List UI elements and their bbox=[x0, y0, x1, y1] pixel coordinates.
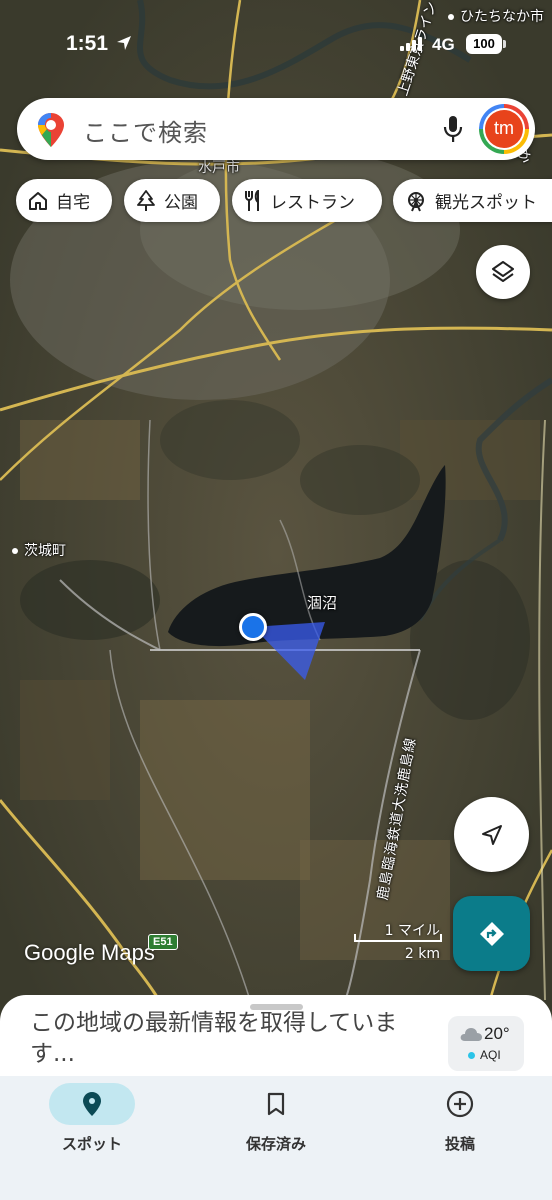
weather-temperature: 20° bbox=[484, 1024, 510, 1043]
cloud-icon bbox=[460, 1028, 482, 1041]
bookmark-icon bbox=[267, 1092, 285, 1116]
scale-tick-left bbox=[354, 934, 356, 942]
aqi-dot-icon bbox=[468, 1052, 475, 1059]
nav-explore-label: スポット bbox=[61, 1135, 122, 1153]
weather-widget[interactable]: 20° AQI bbox=[448, 1016, 524, 1071]
google-maps-pin-icon bbox=[38, 113, 64, 147]
chip-sightseeing-label: 観光スポット bbox=[435, 193, 537, 213]
signal-icon bbox=[400, 37, 422, 51]
my-location-button[interactable] bbox=[454, 797, 529, 872]
chip-restaurant-label: レストラン bbox=[270, 193, 355, 213]
town-dot-icon bbox=[12, 548, 18, 554]
avatar[interactable]: tm bbox=[479, 104, 529, 154]
location-arrow-icon bbox=[117, 36, 131, 50]
layers-icon bbox=[492, 261, 514, 282]
chip-restaurant[interactable]: レストラン bbox=[232, 179, 382, 222]
chip-park[interactable]: 公園 bbox=[124, 179, 220, 222]
scale-imperial: 1 マイル bbox=[384, 923, 440, 939]
location-pin-icon bbox=[83, 1092, 101, 1116]
city-label-top[interactable]: 水戸市 bbox=[198, 157, 240, 177]
directions-icon bbox=[479, 921, 504, 946]
battery-icon: 100 bbox=[466, 34, 502, 54]
my-location-dot bbox=[239, 613, 267, 641]
search-input[interactable]: ここで検索 bbox=[83, 113, 208, 148]
search-bar[interactable]: ここで検索 tm bbox=[17, 98, 535, 160]
nav-explore-pill bbox=[49, 1083, 135, 1125]
status-time: 1:51 bbox=[66, 32, 109, 55]
tree-icon bbox=[137, 189, 155, 211]
network-type: 4G bbox=[432, 35, 455, 54]
scale-tick-right bbox=[440, 934, 442, 942]
aqi-label: AQI bbox=[480, 1048, 501, 1062]
chip-home-label: 自宅 bbox=[56, 193, 90, 213]
status-bar: 1:51 4G 100 bbox=[0, 0, 552, 90]
nav-contribute-label: 投稿 bbox=[444, 1135, 475, 1153]
scale-line bbox=[354, 940, 440, 942]
lake-label[interactable]: 涸沼 bbox=[307, 592, 337, 613]
google-maps-logo: Google Maps bbox=[24, 940, 155, 965]
battery-tip bbox=[503, 40, 506, 48]
sheet-message: この地域の最新情報を取得しています... bbox=[30, 1010, 398, 1067]
nav-saved[interactable]: 保存済み bbox=[206, 1076, 346, 1176]
navigation-arrow-icon bbox=[481, 824, 502, 845]
directions-button[interactable] bbox=[453, 896, 530, 971]
nav-saved-label: 保存済み bbox=[245, 1135, 306, 1153]
fork-knife-icon bbox=[245, 189, 259, 211]
bottom-nav: スポット 保存済み 投稿 bbox=[0, 1076, 552, 1200]
avatar-initials: tm bbox=[485, 110, 523, 148]
chip-home[interactable]: 自宅 bbox=[16, 179, 112, 222]
add-circle-icon bbox=[446, 1090, 474, 1118]
category-chips: 自宅 公園 レストラン 観光スポット bbox=[16, 179, 552, 223]
ferris-wheel-icon bbox=[408, 191, 424, 211]
town-label[interactable]: 茨城町 bbox=[12, 540, 66, 560]
home-icon bbox=[29, 191, 47, 210]
scale-metric: 2 km bbox=[404, 946, 440, 962]
nav-explore[interactable]: スポット bbox=[22, 1076, 162, 1176]
scale-bar: 1 マイル 2 km bbox=[354, 920, 442, 965]
layers-button[interactable] bbox=[476, 245, 530, 299]
mic-icon[interactable] bbox=[442, 114, 464, 144]
chip-sightseeing[interactable]: 観光スポット bbox=[393, 179, 552, 222]
highway-shield: E51 bbox=[148, 934, 178, 950]
chip-park-label: 公園 bbox=[164, 193, 198, 213]
nav-contribute[interactable]: 投稿 bbox=[390, 1076, 530, 1176]
